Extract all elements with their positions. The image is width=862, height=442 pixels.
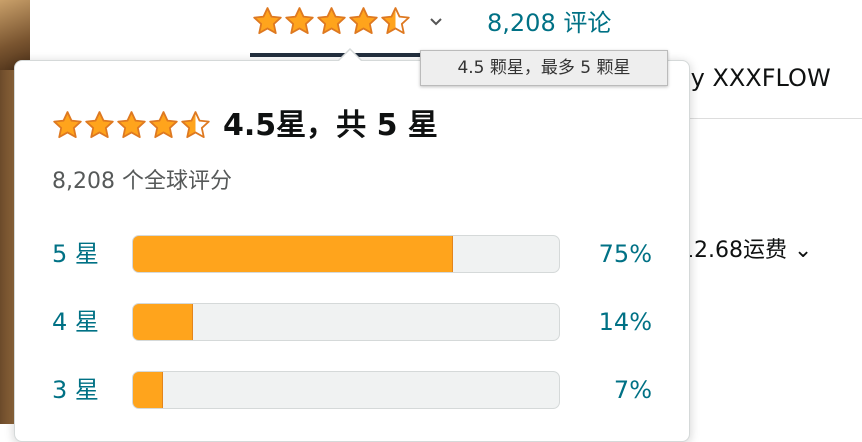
- star-full-icon: [252, 6, 283, 40]
- star-full-icon: [284, 6, 315, 40]
- review-count-link[interactable]: 8,208 评论: [487, 8, 611, 38]
- popover-star-rating: [52, 110, 212, 141]
- star-half-icon: [380, 6, 411, 40]
- star-rating-trigger[interactable]: [252, 6, 412, 40]
- global-ratings-count: 8,208 个全球评分: [52, 169, 232, 194]
- histogram-label[interactable]: 3 星: [52, 370, 99, 410]
- histogram-label[interactable]: 5 星: [52, 234, 99, 274]
- histogram-bar[interactable]: [132, 371, 560, 409]
- histogram-bar[interactable]: [132, 235, 560, 273]
- histogram-bar-fill: [133, 236, 453, 272]
- histogram-row-5[interactable]: 5 星 75%: [52, 234, 652, 274]
- active-indicator: [250, 53, 422, 57]
- histogram-bar-fill: [133, 372, 163, 408]
- histogram-label[interactable]: 4 星: [52, 302, 99, 342]
- star-full-icon: [84, 110, 115, 141]
- histogram-bar[interactable]: [132, 303, 560, 341]
- star-full-icon: [348, 6, 379, 40]
- histogram-row-4[interactable]: 4 星 14%: [52, 302, 652, 342]
- star-full-icon: [116, 110, 147, 141]
- chevron-down-icon[interactable]: [428, 14, 444, 30]
- histogram-bar-fill: [133, 304, 193, 340]
- histogram-percent[interactable]: 75%: [562, 234, 652, 274]
- histogram-row-3[interactable]: 3 星 7%: [52, 370, 652, 410]
- star-full-icon: [148, 110, 179, 141]
- star-full-icon: [52, 110, 83, 141]
- divider: [688, 118, 862, 119]
- star-full-icon: [316, 6, 347, 40]
- popover-arrow-inner: [339, 50, 361, 61]
- popover-heading: 4.5星，共 5 星: [223, 108, 438, 143]
- star-half-icon: [180, 110, 211, 141]
- histogram-percent[interactable]: 14%: [562, 302, 652, 342]
- histogram-percent[interactable]: 7%: [562, 370, 652, 410]
- rating-tooltip: 4.5 颗星，最多 5 颗星: [420, 50, 668, 86]
